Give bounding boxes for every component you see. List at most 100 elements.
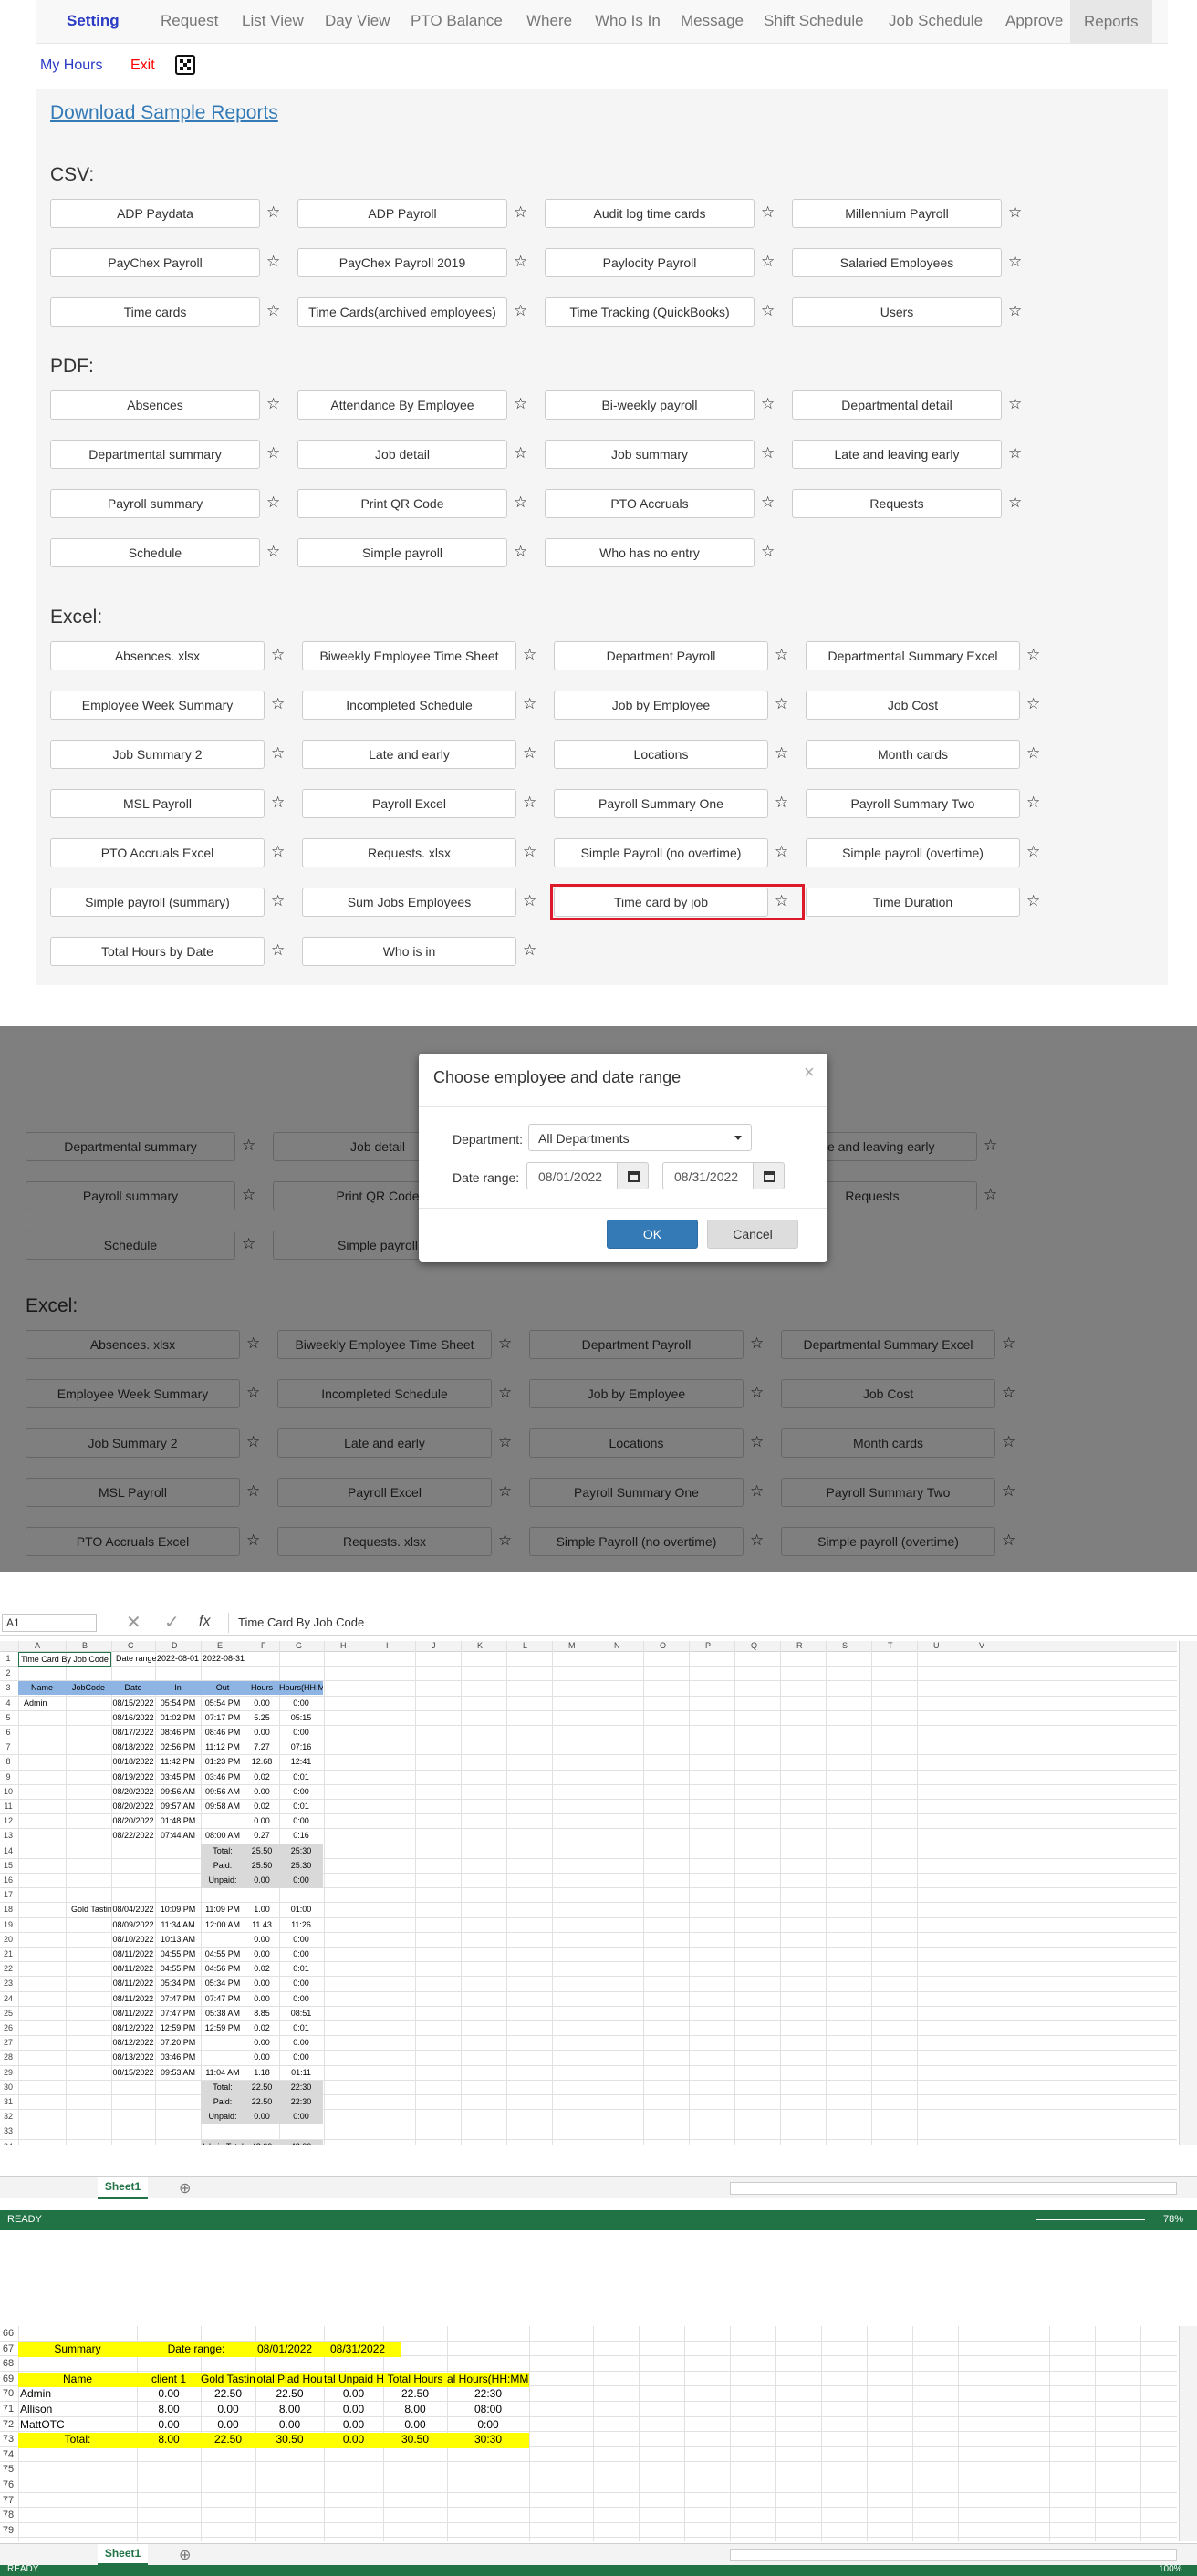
row-number[interactable]: 1	[0, 1652, 16, 1666]
pdf-report-simple-payroll[interactable]: Simple payroll	[297, 538, 507, 567]
column-header[interactable]: J	[432, 1641, 436, 1653]
row-number[interactable]: 67	[0, 2342, 16, 2356]
zoom-slider[interactable]	[1036, 2219, 1145, 2220]
column-header[interactable]: H	[340, 1641, 347, 1653]
star-icon[interactable]: ☆	[1026, 893, 1040, 909]
pdf-report-payroll-summary[interactable]: Payroll summary	[50, 489, 260, 518]
column-header[interactable]: V	[979, 1641, 984, 1653]
star-icon[interactable]: ☆	[775, 745, 788, 761]
star-icon[interactable]: ☆	[266, 204, 280, 220]
star-icon[interactable]: ☆	[271, 745, 285, 761]
row-number[interactable]: 9	[0, 1771, 16, 1784]
enter-icon[interactable]: ✓	[164, 1614, 180, 1632]
row-number[interactable]: 5	[0, 1711, 16, 1725]
nav-item-message[interactable]: Message	[681, 12, 744, 30]
excel-report-time-duration[interactable]: Time Duration	[806, 888, 1020, 917]
row-number[interactable]: 25	[0, 2007, 16, 2020]
star-icon[interactable]: ☆	[266, 396, 280, 411]
csv-report-paylocity-payroll[interactable]: Paylocity Payroll	[545, 248, 755, 277]
row-number[interactable]: 70	[0, 2387, 16, 2401]
column-header[interactable]: L	[523, 1641, 527, 1653]
my-hours-link[interactable]: My Hours	[40, 57, 102, 74]
excel-report-simple-payroll-summary[interactable]: Simple payroll (summary)	[50, 888, 265, 917]
excel-report-locations[interactable]: Locations	[554, 740, 768, 769]
row-number[interactable]: 24	[0, 1992, 16, 2006]
nav-item-approve[interactable]: Approve	[1005, 12, 1063, 30]
star-icon[interactable]: ☆	[761, 303, 775, 318]
nav-item-where[interactable]: Where	[526, 12, 572, 30]
nav-item-who-is-in[interactable]: Who Is In	[595, 12, 661, 30]
nav-item-reports[interactable]: Reports	[1070, 0, 1152, 43]
star-icon[interactable]: ☆	[514, 544, 527, 559]
row-number[interactable]: 20	[0, 1933, 16, 1947]
row-number[interactable]: 6	[0, 1726, 16, 1740]
row-number[interactable]: 73	[0, 2433, 16, 2446]
row-number[interactable]: 34	[0, 2140, 16, 2145]
star-icon[interactable]: ☆	[761, 204, 775, 220]
download-sample-reports-link[interactable]: Download Sample Reports	[50, 102, 278, 124]
csv-report-paychex-payroll[interactable]: PayChex Payroll	[50, 248, 260, 277]
column-header[interactable]: U	[933, 1641, 940, 1653]
row-number[interactable]: 4	[0, 1697, 16, 1710]
star-icon[interactable]: ☆	[1008, 204, 1022, 220]
column-header[interactable]: G	[296, 1641, 302, 1653]
star-icon[interactable]: ☆	[266, 544, 280, 559]
star-icon[interactable]: ☆	[761, 396, 775, 411]
star-icon[interactable]: ☆	[271, 942, 285, 958]
star-icon[interactable]: ☆	[271, 893, 285, 909]
pdf-report-attendance-by-employee[interactable]: Attendance By Employee	[297, 390, 507, 420]
pdf-report-departmental-detail[interactable]: Departmental detail	[792, 390, 1002, 420]
excel-report-absences-xlsx[interactable]: Absences. xlsx	[50, 641, 265, 670]
row-number[interactable]: 22	[0, 1962, 16, 1976]
nav-item-setting[interactable]: Setting	[67, 12, 120, 30]
excel-report-msl-payroll[interactable]: MSL Payroll	[50, 789, 265, 818]
column-header[interactable]: N	[614, 1641, 620, 1653]
star-icon[interactable]: ☆	[266, 303, 280, 318]
row-number[interactable]: 71	[0, 2403, 16, 2416]
vertical-scrollbar[interactable]	[1179, 1641, 1197, 2145]
horizontal-scrollbar[interactable]	[730, 2549, 1177, 2561]
nav-item-pto-balance[interactable]: PTO Balance	[411, 12, 503, 30]
excel-report-requests-xlsx[interactable]: Requests. xlsx	[302, 838, 516, 867]
date-from-input[interactable]: 08/01/2022	[526, 1162, 618, 1189]
row-number[interactable]: 13	[0, 1829, 16, 1843]
star-icon[interactable]: ☆	[271, 647, 285, 662]
star-icon[interactable]: ☆	[1008, 396, 1022, 411]
row-number[interactable]: 15	[0, 1859, 16, 1873]
csv-report-time-cards-archived-employees[interactable]: Time Cards(archived employees)	[297, 297, 507, 327]
department-select[interactable]: All Departments	[528, 1124, 752, 1151]
star-icon[interactable]: ☆	[1008, 254, 1022, 269]
nav-item-job-schedule[interactable]: Job Schedule	[889, 12, 983, 30]
star-icon[interactable]: ☆	[761, 254, 775, 269]
csv-report-time-tracking-quickbooks[interactable]: Time Tracking (QuickBooks)	[545, 297, 755, 327]
row-number[interactable]: 77	[0, 2494, 16, 2508]
csv-report-adp-paydata[interactable]: ADP Paydata	[50, 199, 260, 228]
horizontal-scrollbar[interactable]	[730, 2182, 1177, 2195]
formula-input[interactable]: Time Card By Job Code	[228, 1613, 1195, 1633]
csv-report-time-cards[interactable]: Time cards	[50, 297, 260, 327]
pdf-report-bi-weekly-payroll[interactable]: Bi-weekly payroll	[545, 390, 755, 420]
column-header[interactable]: I	[386, 1641, 389, 1653]
pdf-report-late-and-leaving-early[interactable]: Late and leaving early	[792, 440, 1002, 469]
column-header[interactable]: R	[796, 1641, 803, 1653]
row-number[interactable]: 69	[0, 2373, 16, 2386]
row-number[interactable]: 3	[0, 1681, 16, 1695]
row-number[interactable]: 11	[0, 1800, 16, 1813]
star-icon[interactable]: ☆	[775, 647, 788, 662]
row-number[interactable]: 18	[0, 1903, 16, 1916]
star-icon[interactable]: ☆	[761, 445, 775, 461]
star-icon[interactable]: ☆	[514, 303, 527, 318]
star-icon[interactable]: ☆	[514, 445, 527, 461]
row-number[interactable]: 14	[0, 1844, 16, 1858]
cancel-icon[interactable]: ✕	[126, 1614, 141, 1632]
excel-report-pto-accruals-excel[interactable]: PTO Accruals Excel	[50, 838, 265, 867]
pdf-report-job-detail[interactable]: Job detail	[297, 440, 507, 469]
row-number[interactable]: 76	[0, 2478, 16, 2492]
row-number[interactable]: 16	[0, 1874, 16, 1887]
row-number[interactable]: 2	[0, 1667, 16, 1680]
row-number[interactable]: 19	[0, 1918, 16, 1932]
star-icon[interactable]: ☆	[523, 942, 536, 958]
column-header[interactable]: T	[888, 1641, 893, 1653]
excel-report-incompleted-schedule[interactable]: Incompleted Schedule	[302, 691, 516, 720]
excel-report-departmental-summary-excel[interactable]: Departmental Summary Excel	[806, 641, 1020, 670]
